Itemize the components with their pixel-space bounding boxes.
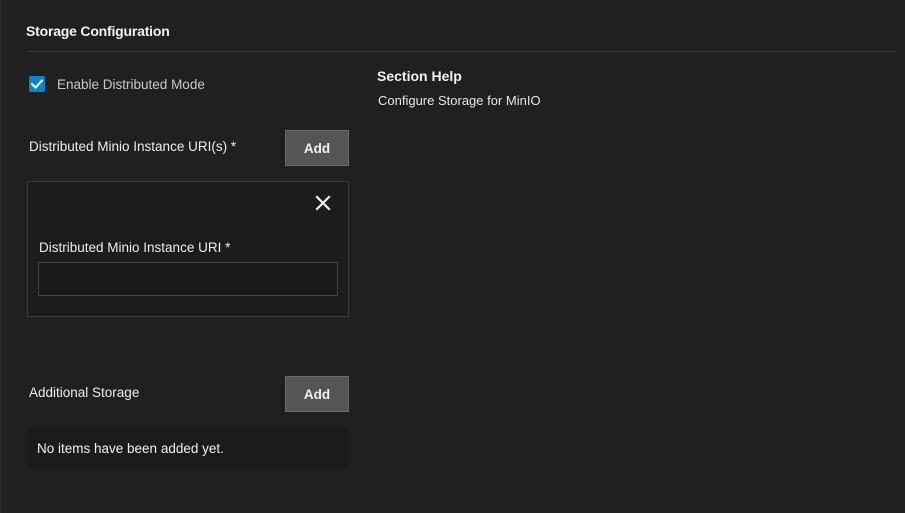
section-divider — [26, 51, 896, 52]
add-additional-storage-button[interactable]: Add — [285, 376, 349, 412]
distributed-uris-label: Distributed Minio Instance URI(s) * — [29, 139, 237, 154]
additional-storage-label: Additional Storage — [29, 385, 140, 400]
checkmark-icon — [31, 79, 43, 89]
enable-distributed-mode-label: Enable Distributed Mode — [57, 76, 205, 92]
add-distributed-uri-button[interactable]: Add — [285, 130, 349, 166]
distributed-uri-field-label: Distributed Minio Instance URI * — [39, 240, 231, 255]
section-help-text: Configure Storage for MinIO — [378, 93, 541, 108]
storage-configuration-panel: Storage Configuration Enable Distributed… — [0, 0, 905, 513]
additional-storage-empty-message: No items have been added yet. — [27, 428, 349, 468]
enable-distributed-mode-checkbox-row[interactable]: Enable Distributed Mode — [29, 76, 205, 92]
enable-distributed-mode-checkbox[interactable] — [29, 76, 45, 92]
close-icon[interactable] — [314, 194, 332, 212]
section-help-title: Section Help — [377, 68, 462, 84]
section-title: Storage Configuration — [26, 23, 170, 39]
distributed-uri-input[interactable] — [38, 262, 338, 296]
distributed-uri-item: Distributed Minio Instance URI * — [27, 181, 349, 317]
